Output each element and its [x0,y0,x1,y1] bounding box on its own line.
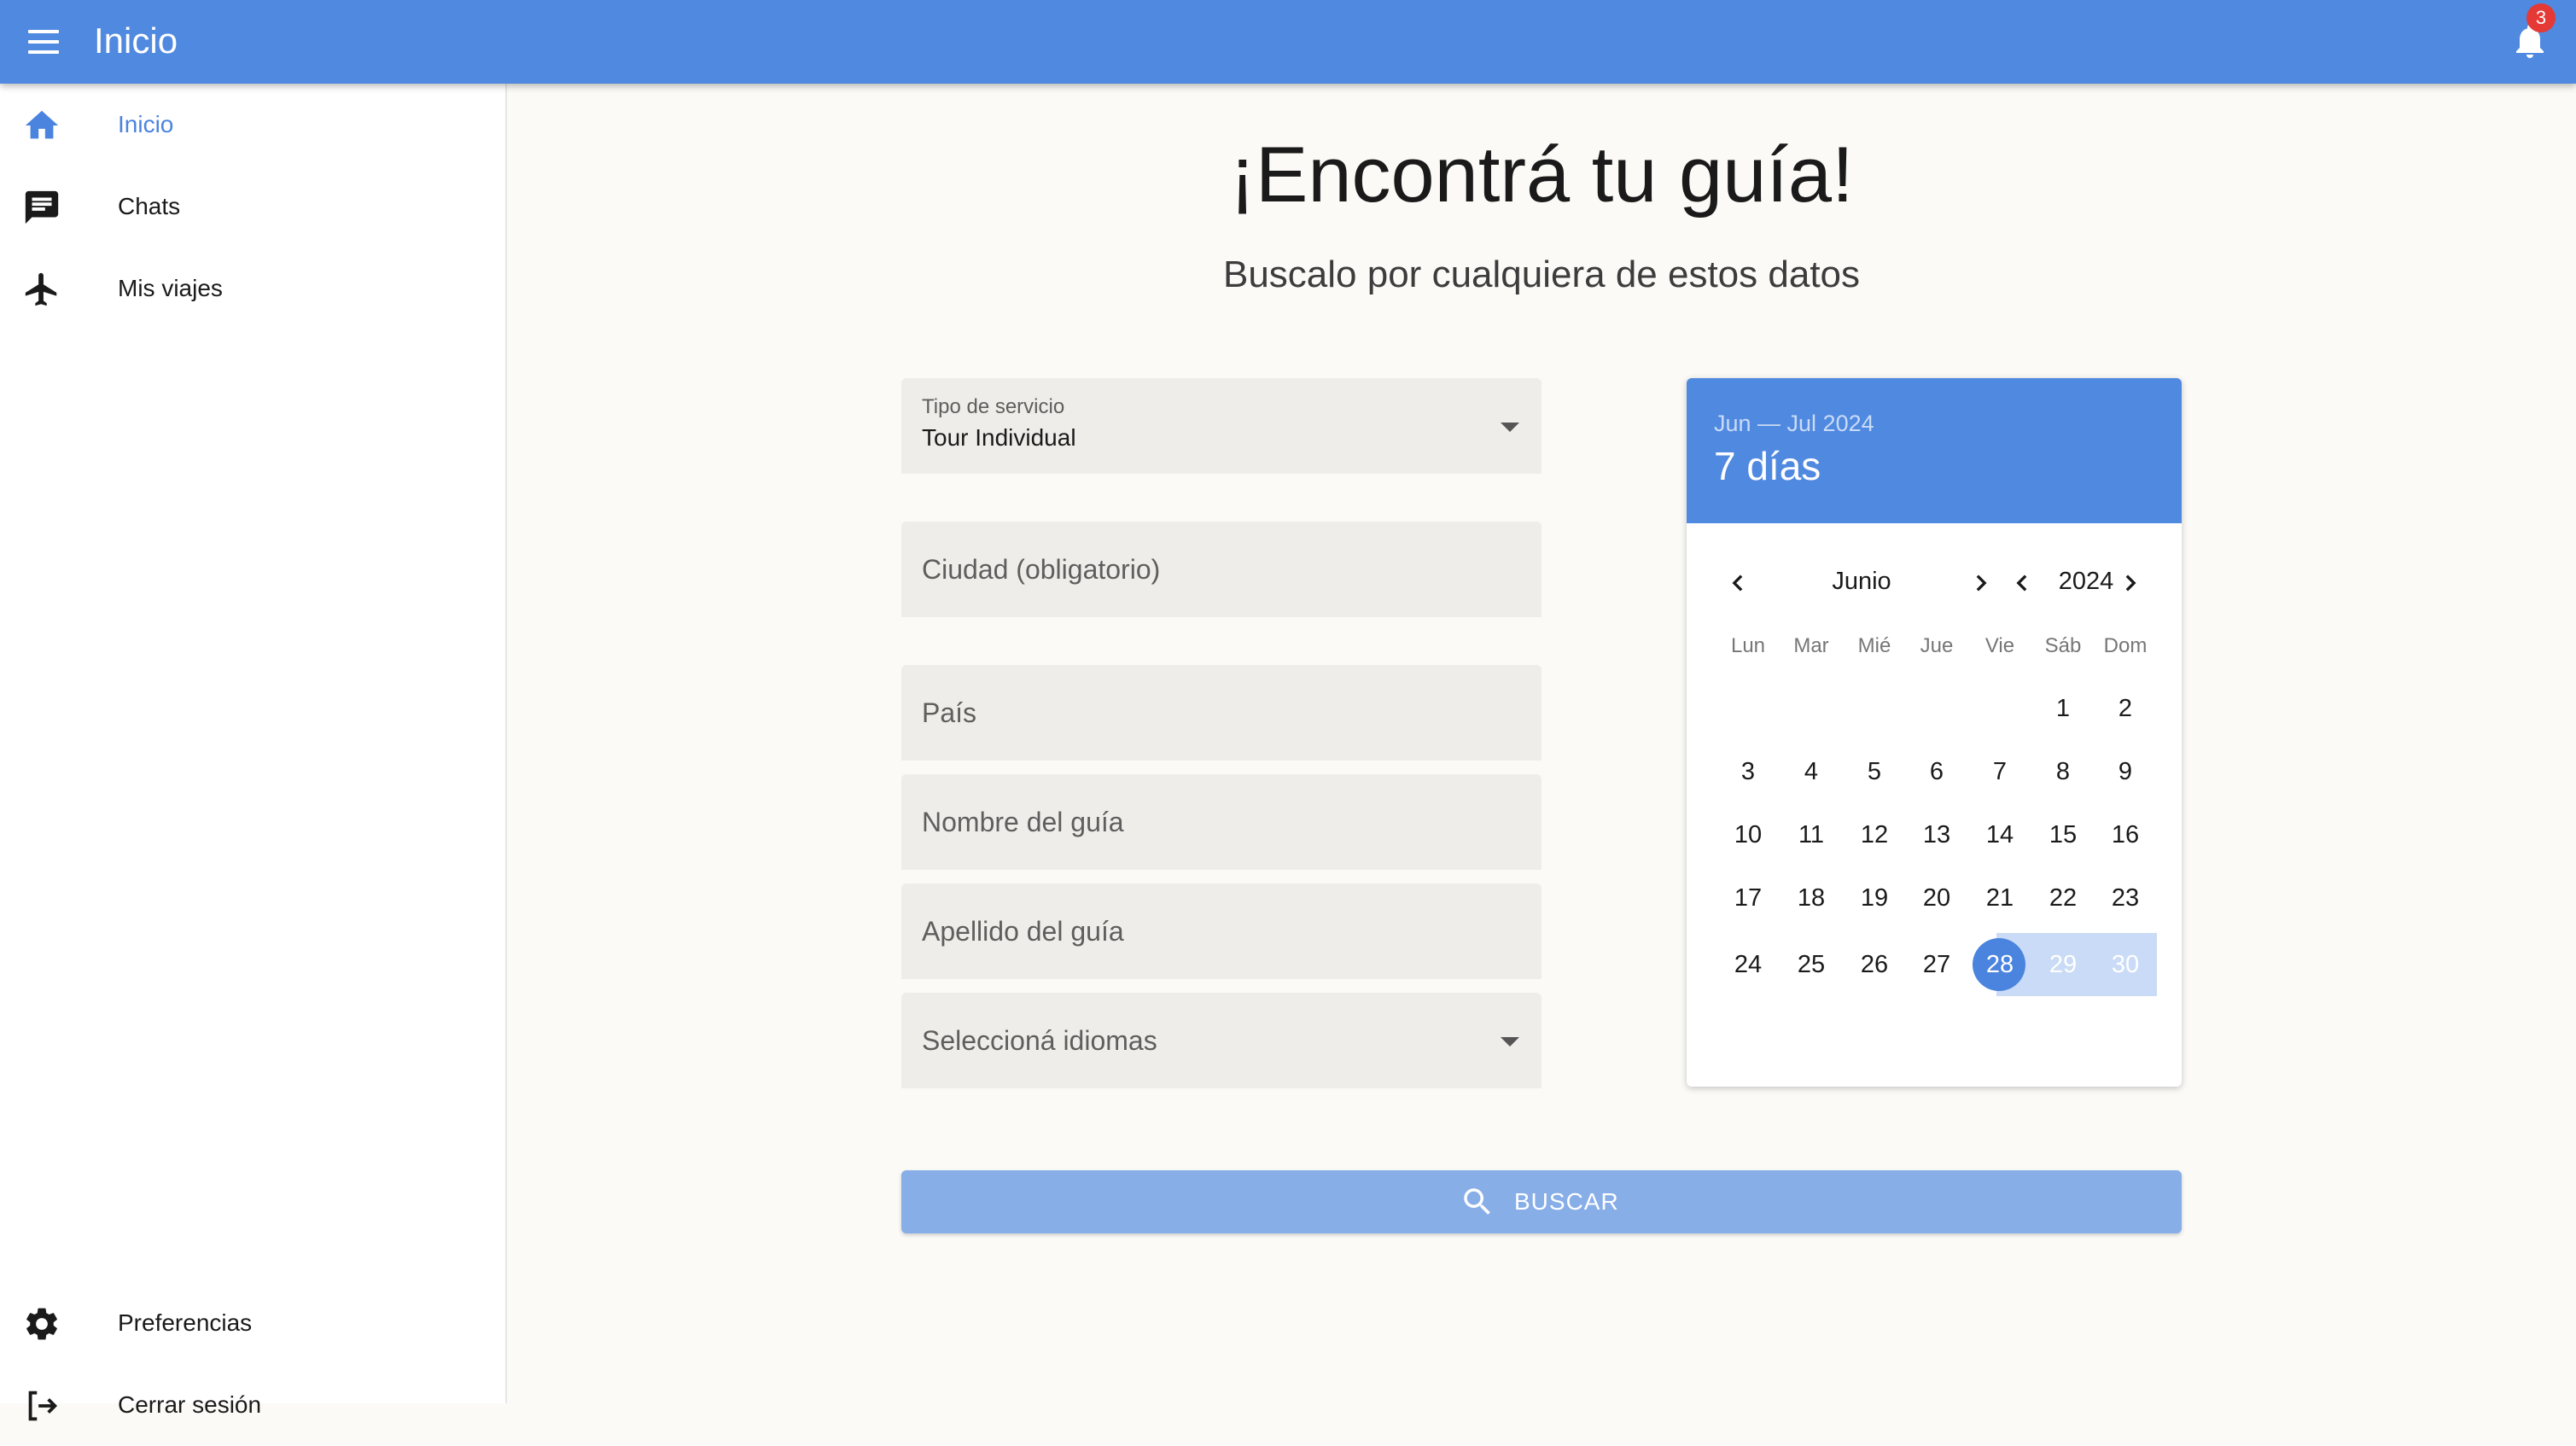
dropdown-arrow-icon [1501,423,1519,432]
sidebar-item-label: Chats [118,193,181,219]
guide-name-input[interactable]: Nombre del guía [901,774,1542,870]
sidebar-item-chats[interactable]: Chats [0,166,505,248]
menu-icon[interactable] [24,22,63,61]
sidebar: Inicio Chats Mis viajes Preferencias Cer… [0,84,507,1421]
guide-lastname-input[interactable]: Apellido del guía [901,883,1542,979]
notification-badge: 3 [2526,3,2556,32]
calendar-day[interactable]: 7 [1969,743,2031,800]
main-content: ¡Encontrá tu guía! Buscalo por cualquier… [507,84,2576,1403]
city-input[interactable]: Ciudad (obligatorio) [901,522,1542,617]
city-placeholder: Ciudad (obligatorio) [922,554,1161,585]
page-title: ¡Encontrá tu guía! [1229,131,1854,219]
airplane-icon [22,270,61,309]
weekday-label: Sáb [2044,634,2082,657]
calendar-year-label[interactable]: 2024 [2052,568,2120,596]
sidebar-item-inicio[interactable]: Inicio [0,84,505,166]
previous-year-chevron-icon[interactable] [2005,566,2039,600]
calendar-day[interactable]: 1 [2032,680,2094,737]
next-year-chevron-icon[interactable] [2113,566,2148,600]
sidebar-item-label: Preferencias [118,1309,253,1336]
logout-icon [22,1386,61,1426]
calendar-day[interactable]: 15 [2032,807,2094,863]
calendar-day[interactable]: 13 [1906,807,1967,863]
languages-placeholder: Seleccioná idiomas [922,1025,1157,1056]
calendar-day[interactable]: 6 [1906,743,1967,800]
calendar-day[interactable]: 10 [1717,807,1779,863]
calendar-day[interactable]: 29 [2032,936,2094,993]
calendar-day[interactable]: 25 [1780,936,1842,993]
calendar-day[interactable]: 19 [1844,870,1905,926]
calendar-range-label: Jun — Jul 2024 [1714,411,1874,436]
calendar-day[interactable]: 24 [1717,936,1779,993]
weekday-label: Mié [1857,634,1891,657]
gear-icon [22,1304,61,1344]
weekday-label: Mar [1793,634,1829,657]
calendar-day[interactable]: 11 [1780,807,1842,863]
search-button-label: BUSCAR [1514,1188,1619,1215]
calendar-day[interactable]: 3 [1717,743,1779,800]
weekday-label: Dom [2103,634,2148,657]
page-subtitle: Buscalo por cualquiera de estos datos [1222,254,1861,295]
service-type-label: Tipo de servicio [922,395,1065,418]
search-icon [1460,1184,1495,1220]
next-month-chevron-icon[interactable] [1964,566,1998,600]
chat-icon [22,188,61,227]
service-type-value: Tour Individual [922,424,1076,451]
calendar-day[interactable]: 28 [1969,936,2031,993]
app-bar: Inicio 3 [0,0,2576,84]
calendar-day[interactable]: 2 [2095,680,2156,737]
weekday-label: Vie [1984,634,2015,657]
calendar-day[interactable]: 17 [1717,870,1779,926]
calendar-day[interactable]: 12 [1844,807,1905,863]
dropdown-arrow-icon [1501,1037,1519,1047]
calendar-day[interactable]: 26 [1844,936,1905,993]
calendar-day[interactable]: 9 [2095,743,2156,800]
weekday-label: Jue [1920,634,1954,657]
calendar-day[interactable]: 18 [1780,870,1842,926]
calendar-day[interactable]: 20 [1906,870,1967,926]
calendar-day[interactable]: 4 [1780,743,1842,800]
search-button[interactable]: BUSCAR [901,1170,2182,1233]
calendar-day[interactable]: 27 [1906,936,1967,993]
sidebar-item-label: Mis viajes [118,275,223,301]
calendar-day[interactable]: 16 [2095,807,2156,863]
sidebar-item-preferencias[interactable]: Preferencias [0,1282,505,1364]
calendar-day[interactable]: 30 [2095,936,2156,993]
app-title: Inicio [94,20,178,61]
date-range-picker: Jun — Jul 2024 7 días Junio 2024 Lun Mar M… [1687,378,2182,1087]
sidebar-item-mis-viajes[interactable]: Mis viajes [0,248,505,329]
service-type-select[interactable]: Tipo de servicio Tour Individual [901,378,1542,474]
home-icon [22,106,61,145]
country-input[interactable]: País [901,665,1542,761]
sidebar-item-label: Inicio [118,111,174,137]
languages-select[interactable]: Seleccioná idiomas [901,993,1542,1088]
country-placeholder: País [922,697,977,728]
calendar-month-label[interactable]: Junio [1798,568,1926,596]
calendar-day[interactable]: 23 [2095,870,2156,926]
weekday-label: Lun [1730,634,1766,657]
sidebar-item-cerrar-sesion[interactable]: Cerrar sesión [0,1364,505,1446]
calendar-day[interactable]: 8 [2032,743,2094,800]
calendar-day[interactable]: 22 [2032,870,2094,926]
guide-lastname-placeholder: Apellido del guía [922,916,1124,947]
calendar-days-count: 7 días [1714,444,1821,488]
calendar-day[interactable]: 5 [1844,743,1905,800]
sidebar-item-label: Cerrar sesión [118,1391,262,1418]
guide-name-placeholder: Nombre del guía [922,807,1124,837]
calendar-day[interactable]: 21 [1969,870,2031,926]
previous-month-chevron-icon[interactable] [1721,566,1755,600]
calendar-header: Jun — Jul 2024 7 días [1687,378,2182,523]
calendar-day[interactable]: 14 [1969,807,2031,863]
